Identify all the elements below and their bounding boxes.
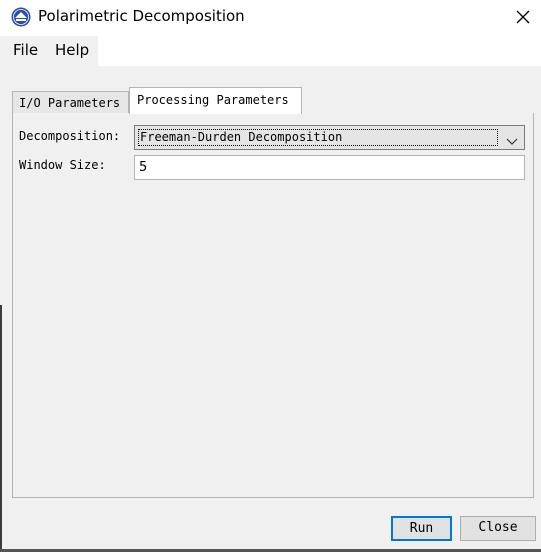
window-size-label: Window Size: [19,158,106,172]
menu-help[interactable]: Help [55,41,89,59]
window-title: Polarimetric Decomposition [38,7,245,25]
window-size-input[interactable]: 5 [134,155,525,180]
decomposition-select[interactable]: Freeman-Durden Decomposition [134,125,525,150]
decomposition-selected-value: Freeman-Durden Decomposition [138,129,498,146]
menu-bar-spacer [98,36,541,66]
tab-processing-parameters[interactable]: Processing Parameters [129,87,302,114]
decomposition-label: Decomposition: [19,129,121,143]
window-edge [0,305,2,552]
menu-file[interactable]: File [13,41,38,59]
run-button[interactable]: Run [391,516,452,541]
app-logo-icon [11,7,31,27]
tab-io-parameters[interactable]: I/O Parameters [12,91,129,113]
chevron-down-icon[interactable] [506,132,518,145]
close-button[interactable]: Close [460,516,536,541]
close-window-icon[interactable] [512,6,534,28]
